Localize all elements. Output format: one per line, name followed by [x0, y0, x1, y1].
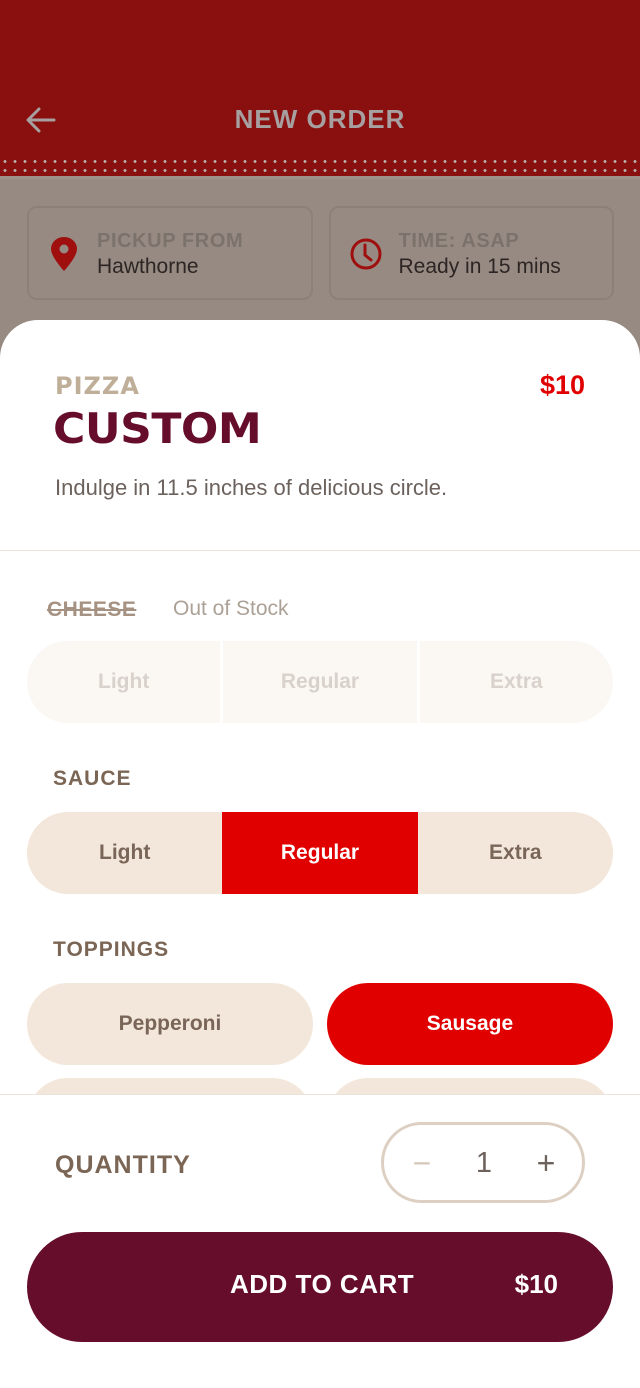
header-divider	[0, 176, 640, 179]
cheese-option-light: Light	[98, 670, 150, 693]
quantity-value: 1	[475, 1147, 493, 1179]
topping-pepperoni[interactable]: Pepperoni	[27, 983, 313, 1065]
page-title: NEW ORDER	[234, 104, 406, 134]
plus-icon[interactable]: +	[528, 1141, 564, 1185]
location-pin-icon	[51, 237, 77, 271]
pickup-location-card[interactable]: PICKUP FROM Hawthorne	[27, 206, 313, 300]
divider	[0, 550, 640, 551]
add-to-cart-button[interactable]: ADD TO CART $10	[27, 1232, 613, 1342]
cheese-label: CHEESE	[47, 598, 137, 621]
quantity-label: QUANTITY	[55, 1151, 191, 1179]
bottom-bar: QUANTITY − 1 + ADD TO CART $10	[0, 1094, 640, 1388]
minus-icon[interactable]: −	[404, 1141, 440, 1185]
item-name: CUSTOM	[53, 404, 262, 453]
item-description: Indulge in 11.5 inches of delicious circ…	[55, 475, 448, 500]
sauce-option-extra[interactable]: Extra	[417, 812, 613, 894]
pickup-label: PICKUP FROM	[97, 230, 244, 252]
item-category: PIZZA	[55, 372, 140, 400]
pickup-time-card[interactable]: TIME: ASAP Ready in 15 mins	[328, 206, 614, 300]
cart-amount: $10	[514, 1269, 558, 1299]
sauce-selector: Light Regular Extra	[27, 812, 613, 894]
time-value: Ready in 15 mins	[398, 255, 561, 278]
cheese-option-regular: Regular	[220, 641, 416, 723]
clock-icon	[350, 238, 381, 270]
pickup-value: Hawthorne	[97, 255, 199, 278]
cheese-option-extra: Extra	[416, 641, 613, 723]
cheese-selector: Light Regular Extra	[27, 641, 613, 723]
quantity-stepper: − 1 +	[381, 1122, 585, 1203]
order-screen: NEW ORDER PICKUP FROM Hawthorne TIME: AS…	[0, 0, 640, 1388]
add-to-cart-label: ADD TO CART	[230, 1269, 415, 1299]
sauce-option-regular[interactable]: Regular	[222, 812, 418, 894]
order-info-row: PICKUP FROM Hawthorne TIME: ASAP Ready i…	[27, 206, 614, 300]
item-price: $10	[539, 370, 585, 400]
sauce-label: SAUCE	[53, 767, 132, 790]
topping-sausage[interactable]: Sausage	[327, 983, 613, 1065]
header: NEW ORDER	[0, 0, 640, 179]
sauce-option-light[interactable]: Light	[27, 812, 223, 894]
time-label: TIME: ASAP	[398, 230, 520, 252]
header-pattern	[0, 156, 640, 176]
out-of-stock-status: Out of Stock	[173, 597, 289, 620]
toppings-label: TOPPINGS	[53, 938, 170, 961]
